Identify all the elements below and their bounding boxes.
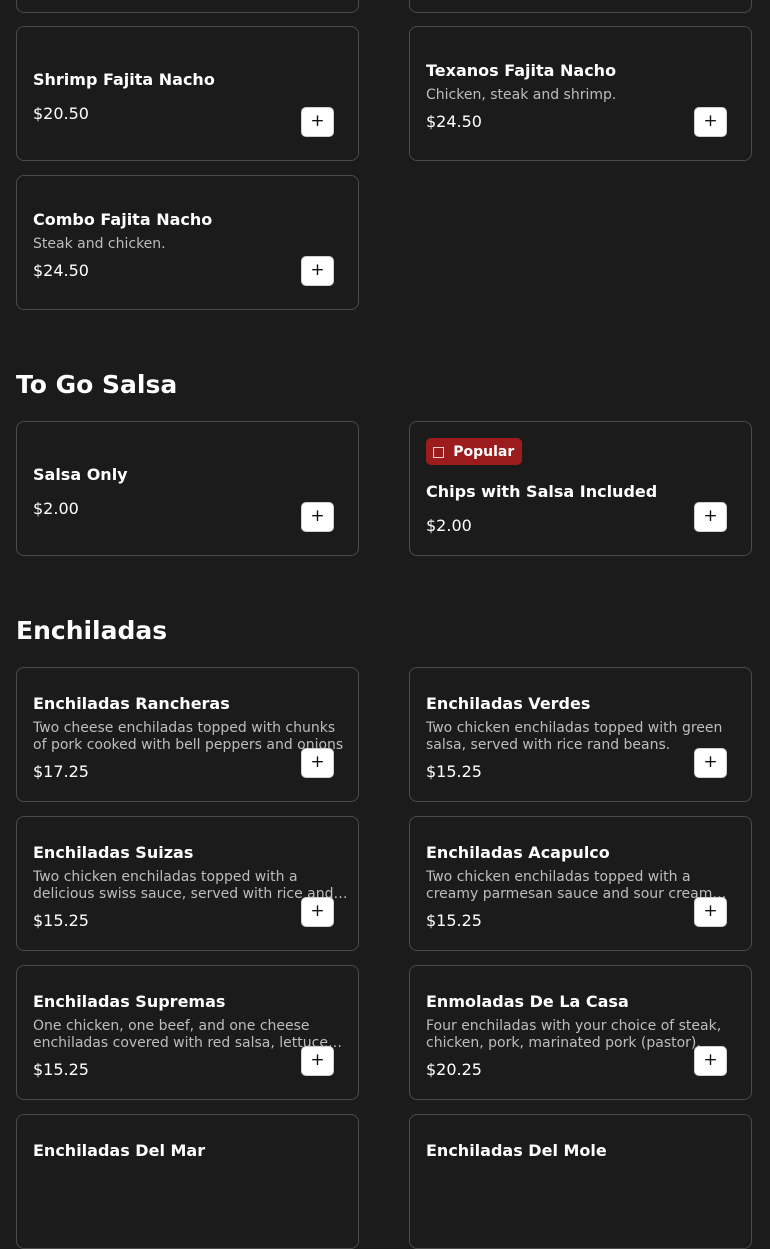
add-to-cart-button[interactable]: + [301, 897, 334, 927]
item-name: Enchiladas Verdes [426, 694, 591, 713]
menu-item-card[interactable]: Enchiladas Suizas Two chicken enchiladas… [16, 816, 359, 951]
item-price: $20.50 [33, 104, 89, 123]
add-to-cart-button[interactable]: + [301, 107, 334, 137]
add-to-cart-button[interactable]: + [301, 502, 334, 532]
item-name: Enchiladas Del Mar [33, 1141, 206, 1160]
menu-item-card[interactable]: Enchiladas Acapulco Two chicken enchilad… [409, 816, 752, 951]
item-price: $20.25 [426, 1060, 482, 1079]
item-price: $17.25 [33, 762, 89, 781]
menu-item-card[interactable]: Enchiladas Supremas One chicken, one bee… [16, 965, 359, 1100]
item-name: Shrimp Fajita Nacho [33, 70, 215, 89]
menu-item-card[interactable]: Salsa Only $2.00 + [16, 421, 359, 556]
menu-item-card[interactable]: Enchiladas Del Mar [16, 1114, 359, 1249]
section-title: To Go Salsa [16, 370, 178, 399]
item-name: Enchiladas Suizas [33, 843, 194, 862]
add-to-cart-button[interactable]: + [301, 748, 334, 778]
item-name: Enmoladas De La Casa [426, 992, 629, 1011]
menu-item-card[interactable]: Shrimp Fajita Nacho $20.50 + [16, 26, 359, 161]
badge-label: Popular [453, 443, 515, 460]
section-title: Enchiladas [16, 616, 168, 645]
menu-item-card[interactable]: Enchiladas Rancheras Two cheese enchilad… [16, 667, 359, 802]
item-description: Steak and chicken. [33, 236, 166, 252]
item-name: Enchiladas Supremas [33, 992, 226, 1011]
menu-item-card[interactable]: Enchiladas Del Mole [409, 1114, 752, 1249]
menu-item-card[interactable]: Texanos Fajita Nacho Chicken, steak and … [409, 26, 752, 161]
menu-item-card[interactable] [409, 0, 752, 13]
item-name: Chips with Salsa Included [426, 482, 658, 501]
add-to-cart-button[interactable]: + [694, 1046, 727, 1076]
item-name: Combo Fajita Nacho [33, 210, 213, 229]
item-name: Enchiladas Acapulco [426, 843, 610, 862]
add-to-cart-button[interactable]: + [694, 897, 727, 927]
popular-badge: □ Popular [426, 438, 523, 465]
menu-item-card[interactable]: Combo Fajita Nacho Steak and chicken. $2… [16, 175, 359, 310]
item-price: $15.25 [33, 1060, 89, 1079]
add-to-cart-button[interactable]: + [694, 107, 727, 137]
item-price: $24.50 [33, 261, 89, 280]
item-name: Enchiladas Del Mole [426, 1141, 607, 1160]
item-price: $15.25 [426, 762, 482, 781]
item-name: Texanos Fajita Nacho [426, 61, 617, 80]
add-to-cart-button[interactable]: + [694, 748, 727, 778]
item-description: Chicken, steak and shrimp. [426, 87, 617, 103]
item-price: $24.50 [426, 112, 482, 131]
menu-item-card[interactable] [16, 0, 359, 13]
fire-icon: □ [432, 443, 446, 460]
menu-item-card[interactable]: □ Popular Chips with Salsa Included $2.0… [409, 421, 752, 556]
add-to-cart-button[interactable]: + [301, 256, 334, 286]
item-price: $15.25 [426, 911, 482, 930]
menu-item-card[interactable]: Enmoladas De La Casa Four enchiladas wit… [409, 965, 752, 1100]
menu-item-card[interactable]: Enchiladas Verdes Two chicken enchiladas… [409, 667, 752, 802]
item-price: $2.00 [33, 499, 79, 518]
item-name: Enchiladas Rancheras [33, 694, 230, 713]
add-to-cart-button[interactable]: + [694, 502, 727, 532]
add-to-cart-button[interactable]: + [301, 1046, 334, 1076]
item-price: $15.25 [33, 911, 89, 930]
item-price: $2.00 [426, 516, 472, 535]
item-name: Salsa Only [33, 465, 128, 484]
